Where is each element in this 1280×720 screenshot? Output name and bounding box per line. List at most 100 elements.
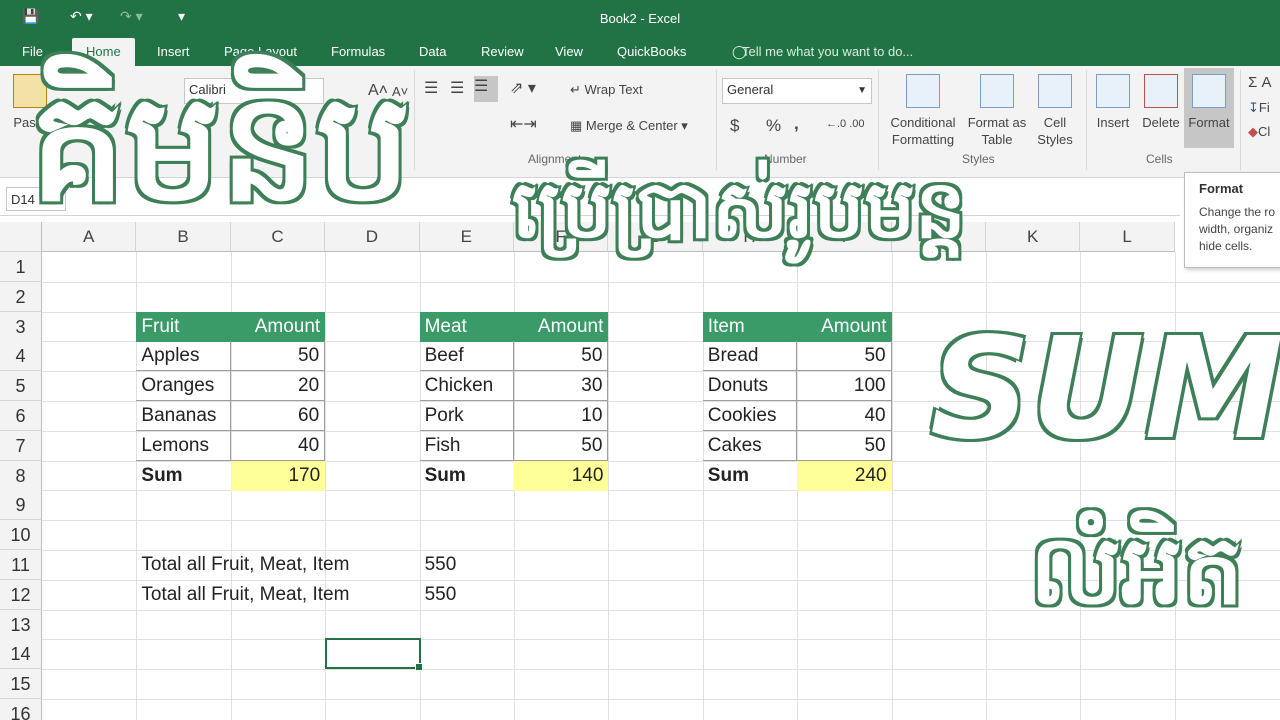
table-icon <box>980 74 1014 108</box>
insert-cells-button[interactable]: Insert <box>1090 74 1136 131</box>
cell[interactable]: Bananas <box>136 401 231 431</box>
title-bar: 💾 ↶ ▾ ↷ ▾ ▾ Book2 - Excel <box>0 0 1280 38</box>
cell-styles-button[interactable]: Cell Styles <box>1030 74 1080 148</box>
tab-view[interactable]: View <box>541 38 597 66</box>
cell[interactable]: Sum <box>136 461 230 491</box>
selected-cell-d14[interactable] <box>325 638 423 671</box>
cell[interactable]: Sum <box>703 461 797 491</box>
cell[interactable]: 50 <box>797 341 892 372</box>
cell[interactable]: 40 <box>230 430 326 461</box>
cell[interactable]: Fish <box>419 430 514 461</box>
clear-button[interactable]: ◆Cl <box>1248 124 1270 140</box>
cell[interactable]: 40 <box>797 401 892 431</box>
cell[interactable]: 240 <box>797 460 892 491</box>
row-header[interactable]: 7 <box>0 430 42 461</box>
cell[interactable]: Cakes <box>702 430 798 461</box>
row-header[interactable]: 2 <box>0 281 42 312</box>
column-header[interactable]: K <box>986 222 1081 252</box>
cell[interactable]: 50 <box>514 341 609 372</box>
column-header[interactable]: E <box>419 222 514 252</box>
merge-center-button[interactable]: ▦ Merge & Center ▾ <box>570 118 688 134</box>
currency-button[interactable]: $ <box>730 116 739 136</box>
conditional-formatting-icon <box>906 74 940 108</box>
overlay-title-khmer-2: ប្រើប្រាស់រូបមន្ត <box>511 162 968 258</box>
row-header[interactable]: 12 <box>0 579 42 610</box>
cell[interactable]: Cookies <box>702 401 798 431</box>
cell[interactable]: Chicken <box>419 371 514 402</box>
cell[interactable]: Bread <box>702 341 798 372</box>
row-header[interactable]: 14 <box>0 639 42 670</box>
align-bottom-icon[interactable]: ☰ <box>474 76 498 102</box>
gridline <box>42 669 1280 671</box>
cell[interactable]: Pork <box>419 401 514 431</box>
tab-data[interactable]: Data <box>405 38 460 66</box>
cell[interactable]: Donuts <box>702 371 798 402</box>
increase-decimal-icon[interactable]: ←.0 .00 <box>826 118 865 130</box>
comma-button[interactable]: , <box>794 114 799 134</box>
cell[interactable]: 100 <box>797 371 892 402</box>
cell[interactable]: 50 <box>514 430 609 461</box>
wrap-text-button[interactable]: ↵ Wrap Text <box>570 82 643 98</box>
cell[interactable]: Lemons <box>136 430 231 461</box>
format-cells-button[interactable]: Format <box>1184 68 1234 148</box>
row-header[interactable]: 4 <box>0 341 42 372</box>
tooltip-body: Change the ro width, organiz hide cells. <box>1199 205 1276 253</box>
styles-group-label: Styles <box>962 152 995 166</box>
cell[interactable]: 20 <box>230 371 326 402</box>
decrease-indent-icon[interactable]: ⇤⇥ <box>510 114 537 134</box>
cell[interactable]: 550 <box>420 550 514 580</box>
tell-me-search[interactable]: Tell me what you want to do... <box>728 38 927 66</box>
percent-button[interactable]: % <box>766 116 781 136</box>
row-header[interactable]: 1 <box>0 252 42 282</box>
divider <box>1086 70 1087 170</box>
cell[interactable]: Oranges <box>136 371 231 402</box>
cell[interactable]: Amount <box>230 311 326 342</box>
cell[interactable]: Fruit <box>136 311 231 342</box>
conditional-formatting-button[interactable]: Conditional Formatting <box>884 74 962 148</box>
cell[interactable]: 170 <box>230 460 326 491</box>
format-tooltip: Format Change the ro width, organiz hide… <box>1184 172 1280 268</box>
tab-review[interactable]: Review <box>467 38 538 66</box>
row-header[interactable]: 3 <box>0 311 42 342</box>
number-format-select[interactable]: General ▼ <box>722 78 872 104</box>
cell[interactable]: Apples <box>136 341 231 372</box>
row-header[interactable]: 11 <box>0 550 42 580</box>
autosum-button[interactable]: Σ A <box>1248 74 1271 91</box>
overlay-sum: SUM <box>929 308 1280 471</box>
row-header[interactable]: 5 <box>0 371 42 402</box>
orientation-icon[interactable]: ⇗ ▾ <box>510 78 536 98</box>
cell[interactable]: Beef <box>419 341 514 372</box>
row-header[interactable]: 10 <box>0 520 42 551</box>
cell[interactable]: 550 <box>420 580 514 610</box>
cell[interactable]: 60 <box>230 401 326 431</box>
tab-quickbooks[interactable]: QuickBooks <box>603 38 700 66</box>
cell[interactable]: 10 <box>514 401 609 431</box>
delete-cells-button[interactable]: Delete <box>1138 74 1184 131</box>
cell[interactable]: Meat <box>419 311 514 342</box>
row-header[interactable]: 9 <box>0 490 42 521</box>
row-header[interactable]: 15 <box>0 669 42 700</box>
cell[interactable]: 140 <box>514 460 609 491</box>
column-header[interactable]: L <box>1080 222 1175 252</box>
cell[interactable]: 30 <box>514 371 609 402</box>
eraser-icon: ◆ <box>1248 124 1258 139</box>
row-header[interactable]: 16 <box>0 699 42 720</box>
cell[interactable]: Item <box>702 311 798 342</box>
cell[interactable]: Amount <box>514 311 609 342</box>
row-header[interactable]: 6 <box>0 401 42 431</box>
row-header[interactable]: 8 <box>0 460 42 491</box>
total-label[interactable]: Total all Fruit, Meat, Item <box>136 550 419 580</box>
cell[interactable]: 50 <box>230 341 326 372</box>
cell[interactable]: Sum <box>420 461 514 491</box>
cell[interactable]: Amount <box>797 311 892 342</box>
worksheet-grid: A B C D E F G H I J K L 1 2 3 4 5 6 7 8 9 10 11 12 13 14 15 16 Fruit… <box>0 222 1280 720</box>
align-top-icon[interactable]: ☰ <box>424 78 438 98</box>
fill-button[interactable]: ↧Fi <box>1248 100 1270 116</box>
gridline <box>42 699 1280 700</box>
row-header[interactable]: 13 <box>0 609 42 640</box>
total-label[interactable]: Total all Fruit, Meat, Item <box>136 580 419 610</box>
format-as-table-button[interactable]: Format as Table <box>964 74 1030 148</box>
gridline <box>42 281 1280 283</box>
cell[interactable]: 50 <box>797 430 892 461</box>
align-middle-icon[interactable]: ☰ <box>450 78 464 98</box>
